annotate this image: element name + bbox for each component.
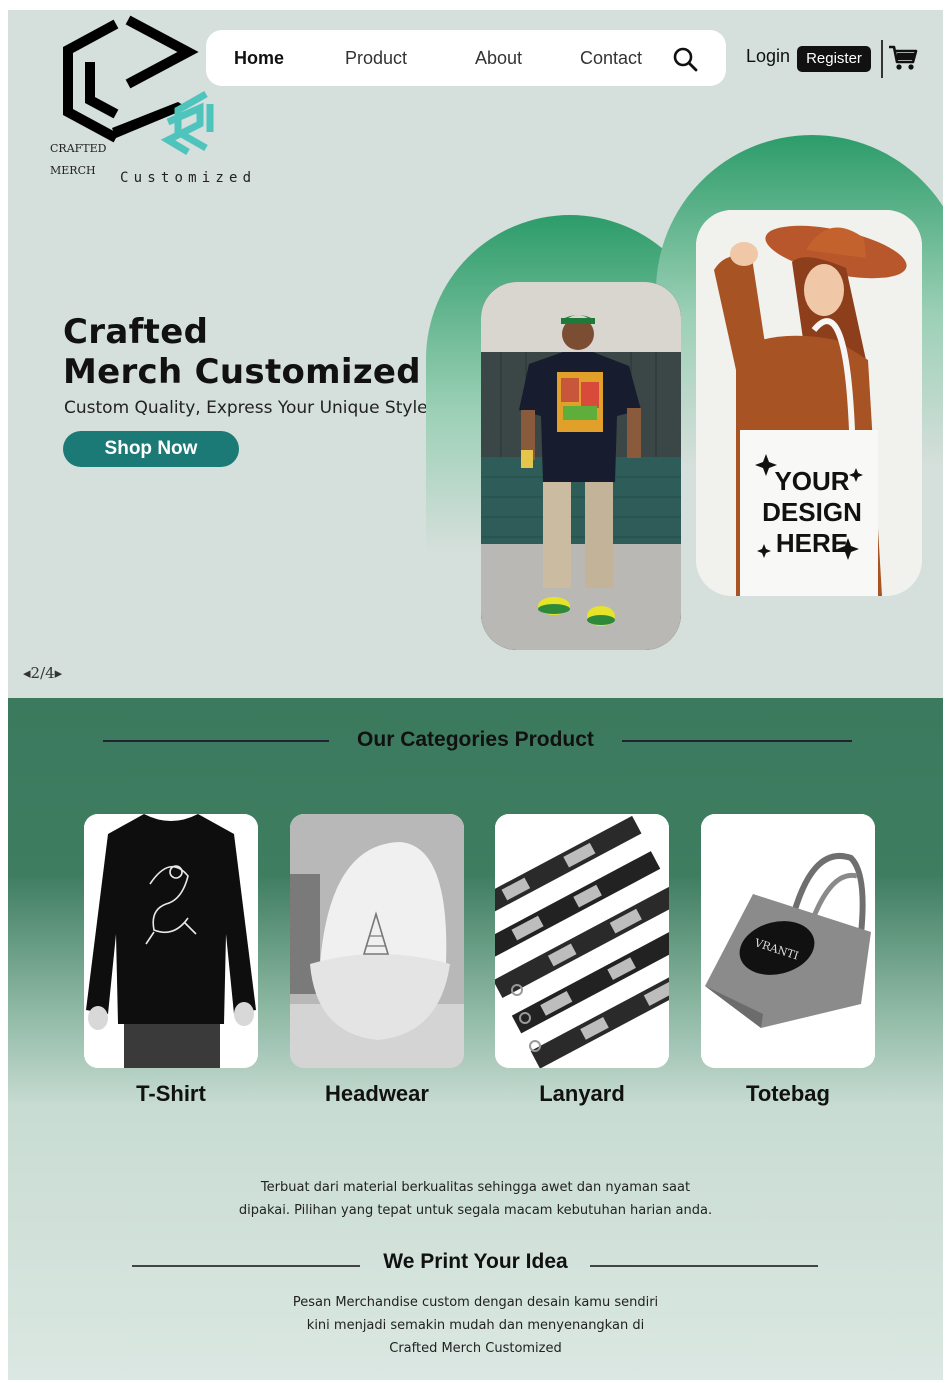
category-card-totebag[interactable]: VRANTI [701, 814, 875, 1068]
categories-section: Our Categories Product T-Shirt Headwear … [8, 698, 943, 1380]
tote-text-line1: YOUR [774, 466, 849, 496]
pager-text: 2/4 [30, 664, 55, 682]
cart-icon[interactable] [888, 44, 918, 72]
hero-section: CRAFTED MERCH Customized Home Product Ab… [8, 10, 943, 698]
logo-line-merch: MERCH [50, 164, 96, 177]
tote-text-line3: HERE [776, 528, 848, 558]
tshirt-model-image [481, 282, 681, 650]
shop-now-button[interactable]: Shop Now [63, 431, 239, 467]
logo-line-crafted: CRAFTED [50, 142, 107, 155]
description-line2: dipakai. Pilihan yang tepat untuk segala… [238, 1203, 713, 1218]
category-label-tshirt[interactable]: T-Shirt [84, 1081, 258, 1107]
lanyard-image [495, 814, 669, 1068]
nav-about[interactable]: About [475, 48, 522, 69]
category-label-lanyard[interactable]: Lanyard [495, 1081, 669, 1107]
nav-home[interactable]: Home [234, 48, 284, 69]
slide-pager[interactable]: ◂2/4▸ [23, 664, 62, 682]
hero-subtitle: Custom Quality, Express Your Unique Styl… [64, 398, 428, 418]
hero-title-line1: Crafted [63, 312, 209, 352]
totebag-image: VRANTI [701, 814, 875, 1068]
search-icon[interactable] [672, 46, 698, 72]
logo-wordmark: CRAFTED MERCH [50, 138, 106, 182]
category-label-headwear[interactable]: Headwear [290, 1081, 464, 1107]
description-line1: Terbuat dari material berkualitas sehing… [260, 1180, 691, 1195]
cap-image [290, 814, 464, 1068]
category-card-headwear[interactable] [290, 814, 464, 1068]
categories-description: Terbuat dari material berkualitas sehing… [8, 1176, 943, 1222]
print-idea-description: Pesan Merchandise custom dengan desain k… [8, 1291, 943, 1360]
pager-prev-icon[interactable]: ◂ [23, 664, 31, 682]
hero-photo-tshirt-model [481, 282, 681, 650]
print-line2: kini menjadi semakin mudah dan menyenang… [306, 1318, 645, 1333]
tote-text-line2: DESIGN [762, 497, 862, 527]
header-divider [881, 40, 883, 78]
print-line3: Crafted Merch Customized [389, 1341, 562, 1356]
login-link[interactable]: Login [746, 46, 790, 67]
category-label-totebag[interactable]: Totebag [701, 1081, 875, 1107]
logo-tagline: Customized [120, 170, 257, 186]
pager-next-icon[interactable]: ▸ [55, 664, 63, 682]
category-card-tshirt[interactable] [84, 814, 258, 1068]
print-idea-title: We Print Your Idea [383, 1250, 568, 1273]
nav-contact[interactable]: Contact [580, 48, 642, 69]
tshirt-image [84, 814, 258, 1068]
page: CRAFTED MERCH Customized Home Product Ab… [8, 10, 943, 1380]
hero-title-line2: Merch Customized [63, 352, 421, 392]
print-line1: Pesan Merchandise custom dengan desain k… [292, 1295, 659, 1310]
hero-title: Crafted Merch Customized [63, 312, 421, 392]
totebag-model-image: YOUR DESIGN HERE [696, 210, 922, 596]
main-nav: Home Product About Contact [206, 30, 726, 86]
register-button[interactable]: Register [797, 46, 871, 72]
hero-photo-totebag-model: YOUR DESIGN HERE [696, 210, 922, 596]
category-card-lanyard[interactable] [495, 814, 669, 1068]
nav-product[interactable]: Product [345, 48, 407, 69]
categories-title: Our Categories Product [357, 728, 594, 751]
